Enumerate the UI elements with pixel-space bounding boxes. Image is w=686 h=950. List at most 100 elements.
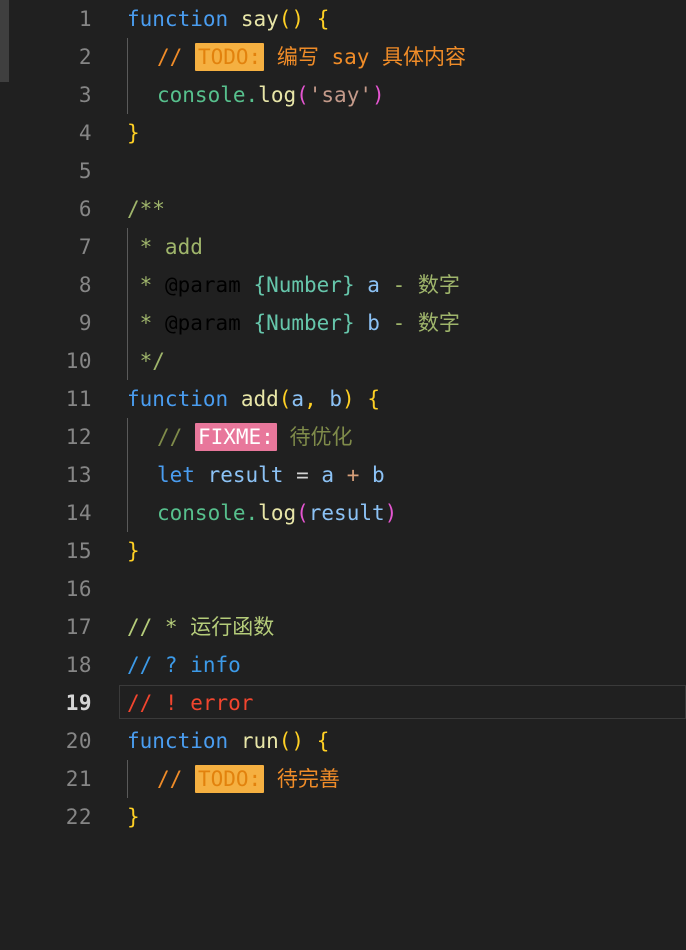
line-number: 7	[78, 235, 92, 259]
line-content: }	[127, 532, 140, 570]
token-var-a: a	[321, 463, 335, 487]
line-number: 11	[65, 387, 92, 411]
token-param-b: b	[329, 387, 343, 411]
line-number: 15	[65, 539, 92, 563]
code-line[interactable]: 22 }	[0, 798, 686, 836]
token-paren-close: )	[342, 387, 355, 411]
code-line[interactable]: 14 console.log(result)	[0, 494, 686, 532]
line-number: 9	[78, 311, 92, 335]
line-number: 1	[78, 7, 92, 31]
token-function-say: say	[240, 7, 279, 31]
code-line[interactable]: 10 */	[0, 342, 686, 380]
token-jsdoc-type: {Number}	[253, 273, 355, 297]
line-number: 5	[78, 159, 92, 183]
token-paren-close: )	[371, 83, 385, 107]
line-content: // * 运行函数	[127, 608, 274, 646]
token-paren-open: (	[296, 83, 309, 107]
token-var-b: b	[372, 463, 385, 487]
line-number: 17	[65, 615, 92, 639]
token-paren-open: (	[278, 387, 292, 411]
code-line[interactable]: 7 * add	[0, 228, 686, 266]
line-content: */	[127, 342, 165, 380]
token-jsdoc-desc: 数字	[417, 311, 460, 335]
indent-guide	[127, 76, 128, 114]
code-line[interactable]: 17 // * 运行函数	[0, 608, 686, 646]
indent-guide	[127, 38, 128, 76]
line-number: 12	[65, 425, 92, 449]
comment-highlight-star: // * 运行函数	[127, 615, 275, 639]
token-brace-close: }	[127, 539, 140, 563]
code-line[interactable]: 6 /**	[0, 190, 686, 228]
line-content: function add(a, b) {	[127, 380, 380, 418]
code-line[interactable]: 5	[0, 152, 686, 190]
token-brace-open: {	[316, 729, 330, 753]
code-line[interactable]: 8 * @param {Number} a - 数字	[0, 266, 686, 304]
line-content: * @param {Number} b - 数字	[127, 304, 460, 342]
line-number: 2	[78, 45, 92, 69]
code-line[interactable]: 9 * @param {Number} b - 数字	[0, 304, 686, 342]
line-number: 13	[65, 463, 92, 487]
token-brace-open: {	[367, 387, 380, 411]
line-number: 18	[65, 653, 92, 677]
line-content: // ! error	[127, 684, 253, 722]
token-keyword-let: let	[157, 463, 195, 487]
code-line[interactable]: 12 // FIXME: 待优化	[0, 418, 686, 456]
code-line[interactable]: 16	[0, 570, 686, 608]
comment-highlight-bang: // ! error	[127, 691, 254, 715]
token-function-add: add	[240, 387, 279, 411]
code-line[interactable]: 18 // ? info	[0, 646, 686, 684]
line-number: 3	[78, 83, 92, 107]
line-number: 6	[78, 197, 92, 221]
token-paren-open: (	[296, 501, 309, 525]
indent-guide	[127, 494, 128, 532]
comment-highlight-question: // ? info	[127, 653, 241, 677]
token-jsdoc-star: *	[127, 273, 165, 297]
code-line[interactable]: 4 }	[0, 114, 686, 152]
code-line[interactable]: 15 }	[0, 532, 686, 570]
line-content: // TODO: 待完善	[157, 760, 340, 798]
token-keyword-function: function	[127, 387, 229, 411]
token-jsdoc-param-b: b	[367, 311, 380, 335]
todo-comment-text: 待完善	[276, 767, 340, 791]
line-number: 21	[65, 767, 92, 791]
fixme-badge: FIXME:	[194, 423, 277, 451]
token-jsdoc-desc: 数字	[417, 273, 460, 297]
token-jsdoc-dash: -	[392, 311, 406, 335]
token-jsdoc-star: *	[127, 311, 165, 335]
code-line[interactable]: 13 let result = a + b	[0, 456, 686, 494]
code-line[interactable]: 11 function add(a, b) {	[0, 380, 686, 418]
token-keyword-function: function	[127, 7, 229, 31]
code-line[interactable]: 1 function say() {	[0, 0, 686, 38]
line-number: 19	[65, 691, 92, 715]
code-line-active[interactable]: 19 // ! error	[0, 684, 686, 722]
code-line[interactable]: 20 function run() {	[0, 722, 686, 760]
line-number: 10	[65, 349, 92, 373]
indent-guide	[127, 456, 128, 494]
token-jsdoc-add: * add	[127, 235, 203, 259]
vertical-scrollbar-track[interactable]	[0, 0, 9, 930]
token-dot: .	[245, 83, 259, 107]
token-function-run: run	[240, 729, 279, 753]
line-content: // FIXME: 待优化	[157, 418, 352, 456]
token-jsdoc-open: /**	[127, 197, 165, 221]
token-dot: .	[245, 501, 259, 525]
token-jsdoc-close: */	[127, 349, 165, 373]
line-content: }	[127, 114, 140, 152]
code-line[interactable]: 2 // TODO: 编写 say 具体内容	[0, 38, 686, 76]
token-jsdoc-tag: @param	[164, 273, 241, 297]
token-var-result: result	[207, 463, 284, 487]
token-arg-result: result	[308, 501, 385, 525]
editor-code-surface[interactable]: 1 function say() { 2 // TODO: 编写 say 具体内…	[0, 0, 686, 930]
token-param-a: a	[291, 387, 305, 411]
vertical-scrollbar-thumb[interactable]	[0, 0, 9, 82]
indent-guide	[127, 760, 128, 798]
token-log: log	[258, 501, 297, 525]
fixme-comment-text: 待优化	[289, 425, 353, 449]
line-number: 14	[65, 501, 92, 525]
token-brace-close: }	[127, 121, 140, 145]
code-editor[interactable]: 1 function say() { 2 // TODO: 编写 say 具体内…	[0, 0, 686, 930]
token-jsdoc-dash: -	[392, 273, 406, 297]
line-content: // ? info	[127, 646, 241, 684]
code-line[interactable]: 21 // TODO: 待完善	[0, 760, 686, 798]
code-line[interactable]: 3 console.log('say')	[0, 76, 686, 114]
